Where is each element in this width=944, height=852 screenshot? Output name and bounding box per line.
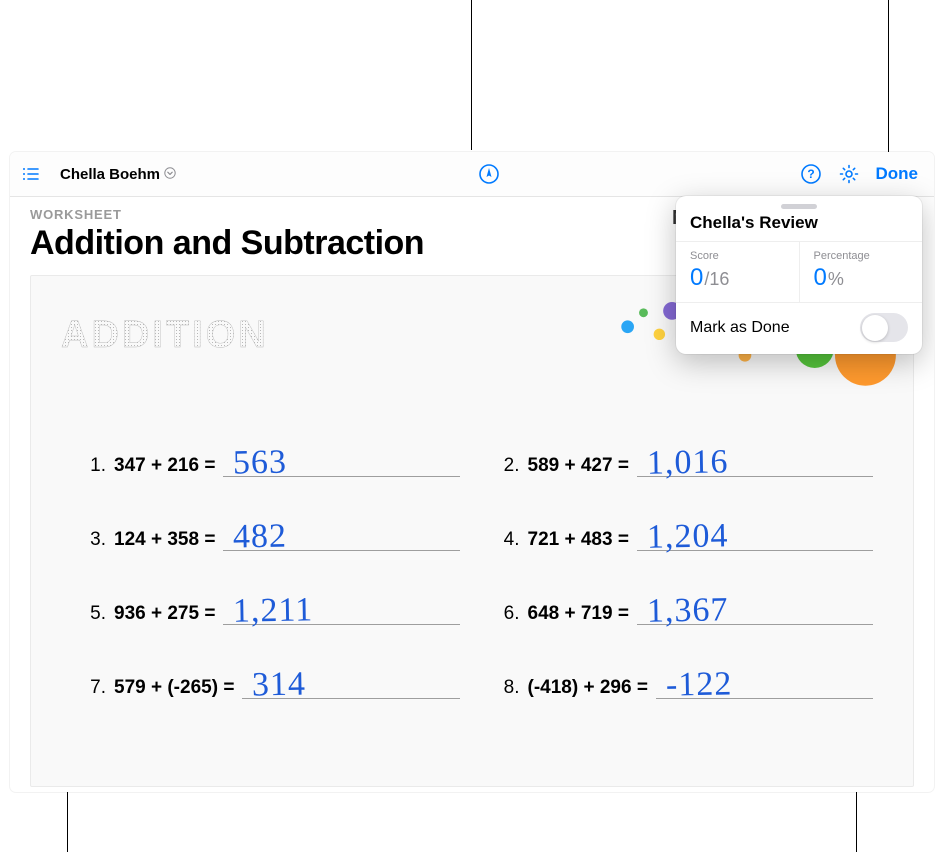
percentage-cell[interactable]: Percentage 0% bbox=[799, 242, 923, 302]
handwritten-answer: -122 bbox=[666, 667, 733, 702]
problem-row[interactable]: 2. 589 + 427 = 1,016 bbox=[500, 446, 874, 477]
app-root: Chella Boehm ? bbox=[0, 0, 944, 852]
percentage-label: Percentage bbox=[814, 250, 909, 262]
svg-text:?: ? bbox=[807, 167, 814, 181]
problem-number: 2. bbox=[500, 455, 520, 477]
answer-line[interactable]: 314 bbox=[242, 668, 459, 699]
score-value: 0 bbox=[690, 264, 703, 292]
problem-number: 8. bbox=[500, 677, 520, 699]
score-total: /16 bbox=[704, 269, 729, 290]
gear-icon[interactable] bbox=[834, 159, 864, 189]
problem-number: 7. bbox=[86, 677, 106, 699]
problems: 1. 347 + 216 = 563 3. 124 + 358 = 482 5. 936 + … bbox=[86, 446, 873, 699]
handwritten-answer: 482 bbox=[233, 520, 288, 555]
device-frame: Chella Boehm ? bbox=[10, 152, 934, 792]
percentage-value: 0 bbox=[814, 264, 827, 292]
mark-done-row: Mark as Done bbox=[676, 302, 922, 354]
problem-row[interactable]: 1. 347 + 216 = 563 bbox=[86, 446, 460, 477]
answer-line[interactable]: -122 bbox=[656, 668, 873, 699]
percentage-unit: % bbox=[828, 269, 844, 290]
score-label: Score bbox=[690, 250, 785, 262]
problem-expression: 648 + 719 = bbox=[528, 603, 629, 625]
problem-expression: 589 + 427 = bbox=[528, 455, 629, 477]
answer-line[interactable]: 1,367 bbox=[637, 594, 873, 625]
toolbar: Chella Boehm ? bbox=[10, 152, 934, 197]
score-cell[interactable]: Score 0/16 bbox=[676, 242, 799, 302]
problem-expression: 347 + 216 = bbox=[114, 455, 215, 477]
problem-number: 5. bbox=[86, 603, 106, 625]
mark-done-label: Mark as Done bbox=[690, 319, 790, 337]
handwritten-answer: 1,204 bbox=[647, 519, 729, 554]
review-scores: Score 0/16 Percentage 0% bbox=[676, 241, 922, 302]
problem-row[interactable]: 3. 124 + 358 = 482 bbox=[86, 520, 460, 551]
problem-row[interactable]: 8. (-418) + 296 = -122 bbox=[500, 668, 874, 699]
answer-line[interactable]: 1,211 bbox=[223, 594, 459, 625]
handwritten-answer: 563 bbox=[233, 446, 288, 481]
apple-pencil-icon[interactable] bbox=[474, 159, 504, 189]
problem-row[interactable]: 5. 936 + 275 = 1,211 bbox=[86, 594, 460, 625]
problem-expression: 579 + (-265) = bbox=[114, 677, 234, 699]
grabber-handle[interactable] bbox=[781, 204, 817, 209]
lead-line bbox=[471, 0, 472, 150]
student-dropdown[interactable]: Chella Boehm bbox=[54, 162, 182, 187]
help-icon[interactable]: ? bbox=[796, 159, 826, 189]
problem-expression: 721 + 483 = bbox=[528, 529, 629, 551]
chevron-down-icon bbox=[164, 167, 176, 182]
list-icon[interactable] bbox=[16, 159, 46, 189]
problem-expression: (-418) + 296 = bbox=[528, 677, 648, 699]
done-button[interactable]: Done bbox=[872, 160, 923, 188]
problem-number: 1. bbox=[86, 455, 106, 477]
problem-expression: 124 + 358 = bbox=[114, 529, 215, 551]
answer-line[interactable]: 1,204 bbox=[637, 520, 873, 551]
answer-line[interactable]: 482 bbox=[223, 520, 459, 551]
handwritten-answer: 1,211 bbox=[233, 593, 314, 628]
answer-line[interactable]: 1,016 bbox=[637, 446, 873, 477]
problem-row[interactable]: 4. 721 + 483 = 1,204 bbox=[500, 520, 874, 551]
answer-line[interactable]: 563 bbox=[223, 446, 459, 477]
student-name-label: Chella Boehm bbox=[60, 166, 160, 183]
problem-number: 4. bbox=[500, 529, 520, 551]
review-popover[interactable]: Chella's Review Score 0/16 Percentage 0%… bbox=[676, 196, 922, 354]
mark-done-toggle[interactable] bbox=[860, 313, 908, 342]
handwritten-answer: 314 bbox=[252, 668, 307, 703]
review-title: Chella's Review bbox=[676, 213, 922, 241]
problem-row[interactable]: 7. 579 + (-265) = 314 bbox=[86, 668, 460, 699]
section-title: ADDITION bbox=[61, 314, 269, 357]
problem-expression: 936 + 275 = bbox=[114, 603, 215, 625]
handwritten-answer: 1,367 bbox=[647, 593, 729, 628]
problem-number: 6. bbox=[500, 603, 520, 625]
problem-number: 3. bbox=[86, 529, 106, 551]
handwritten-answer: 1,016 bbox=[647, 445, 729, 480]
problem-row[interactable]: 6. 648 + 719 = 1,367 bbox=[500, 594, 874, 625]
